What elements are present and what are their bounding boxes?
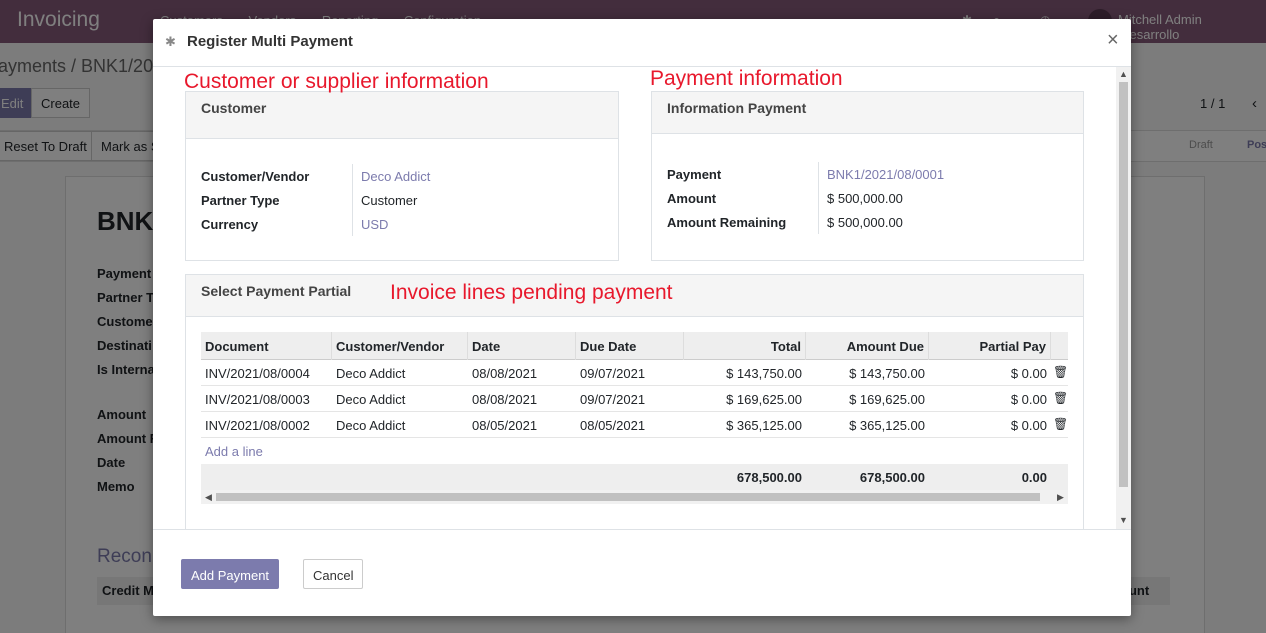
cell-partial-pay[interactable]: $ 0.00 (929, 386, 1051, 412)
register-payment-dialog: ✱ Register Multi Payment × Customer Cust… (153, 19, 1131, 616)
scroll-down-icon[interactable]: ▼ (1119, 515, 1128, 525)
table-header: Document Customer/Vendor Date Due Date T… (201, 332, 1068, 360)
field-label: Amount (667, 191, 717, 206)
column-customer-vendor[interactable]: Customer/Vendor (332, 332, 468, 360)
cell-total: $ 143,750.00 (726, 366, 802, 381)
total-sum: 678,500.00 (736, 470, 802, 485)
column-document[interactable]: Document (201, 332, 332, 360)
customer-group: Customer Customer/Vendor Deco Addict Par… (185, 91, 619, 261)
cell-document: INV/2021/08/0003 (205, 392, 310, 407)
field-amount: Amount $ 500,000.00 (667, 187, 1067, 211)
dialog-footer: Add Payment Cancel (153, 529, 1131, 616)
cell-date: 08/08/2021 (472, 366, 538, 381)
close-button[interactable]: × (1107, 29, 1119, 52)
currency-link[interactable]: USD (361, 217, 388, 232)
cell-amount-due: $ 365,125.00 (849, 418, 925, 433)
field-amount-remaining: Amount Remaining $ 500,000.00 (667, 211, 1067, 235)
field-partner-type: Partner Type Customer (201, 189, 601, 213)
annotation-customer: Customer or supplier information (184, 70, 489, 93)
cell-customer: Deco Addict (336, 418, 406, 433)
table-footer: 678,500.00 678,500.00 0.00 (201, 464, 1068, 490)
cell-amount-due: $ 169,625.00 (849, 392, 925, 407)
column-due-date[interactable]: Due Date (576, 332, 684, 360)
trash-icon[interactable]: 🗑 (1053, 365, 1068, 379)
field-label: Partner Type (201, 193, 280, 208)
partner-type-value: Customer (361, 193, 418, 208)
field-label: Currency (201, 217, 259, 232)
table-row[interactable]: INV/2021/08/0003 Deco Addict 08/08/2021 … (201, 386, 1068, 412)
amount-value: $ 500,000.00 (827, 191, 903, 206)
scroll-right-icon[interactable]: ▶ (1057, 492, 1064, 503)
payment-group-title: Information Payment (652, 92, 1083, 134)
field-payment: Payment BNK1/2021/08/0001 (667, 163, 1067, 187)
column-total[interactable]: Total (684, 332, 806, 360)
scroll-left-icon[interactable]: ◀ (205, 492, 212, 503)
cell-partial-pay[interactable]: $ 0.00 (929, 412, 1051, 438)
column-partial-pay[interactable]: Partial Pay (929, 332, 1051, 360)
field-customer-vendor: Customer/Vendor Deco Addict (201, 165, 601, 189)
cell-date: 08/08/2021 (472, 392, 538, 407)
cell-total: $ 169,625.00 (726, 392, 802, 407)
cell-document: INV/2021/08/0002 (205, 418, 310, 433)
field-currency: Currency USD (201, 213, 601, 237)
dialog-body: Customer Customer/Vendor Deco Addict Par… (153, 67, 1131, 529)
table-row[interactable]: INV/2021/08/0004 Deco Addict 08/08/2021 … (201, 360, 1068, 386)
payment-link[interactable]: BNK1/2021/08/0001 (827, 167, 944, 182)
trash-icon[interactable]: 🗑 (1053, 391, 1068, 405)
add-line-link[interactable]: Add a line (205, 444, 263, 459)
annotation-invoice: Invoice lines pending payment (390, 281, 673, 304)
cell-partial-pay[interactable]: $ 0.00 (929, 360, 1051, 386)
bug-icon: ✱ (165, 34, 176, 49)
scroll-thumb[interactable] (1119, 82, 1128, 487)
cell-document: INV/2021/08/0004 (205, 366, 310, 381)
dialog-title: Register Multi Payment (187, 33, 353, 50)
payment-group: Information Payment Payment BNK1/2021/08… (651, 91, 1084, 261)
table-row[interactable]: INV/2021/08/0002 Deco Addict 08/05/2021 … (201, 412, 1068, 438)
cell-due-date: 09/07/2021 (580, 392, 646, 407)
partial-pay-sum: 0.00 (1021, 470, 1047, 485)
column-date[interactable]: Date (468, 332, 576, 360)
customer-group-title: Customer (186, 92, 618, 139)
field-label: Amount Remaining (667, 215, 787, 230)
column-amount-due[interactable]: Amount Due (806, 332, 929, 360)
scroll-up-icon[interactable]: ▲ (1119, 69, 1128, 79)
horizontal-scrollbar[interactable]: ◀ ▶ (201, 490, 1068, 504)
cell-total: $ 365,125.00 (726, 418, 802, 433)
cell-due-date: 09/07/2021 (580, 366, 646, 381)
cell-date: 08/05/2021 (472, 418, 538, 433)
amount-due-sum: 678,500.00 (859, 470, 925, 485)
field-label: Customer/Vendor (201, 169, 310, 184)
cell-customer: Deco Addict (336, 392, 406, 407)
cell-due-date: 08/05/2021 (580, 418, 646, 433)
field-label: Payment (667, 167, 722, 182)
trash-icon[interactable]: 🗑 (1053, 417, 1068, 431)
amount-remaining-value: $ 500,000.00 (827, 215, 903, 230)
add-payment-button[interactable]: Add Payment (181, 559, 280, 589)
annotation-payment: Payment information (650, 67, 843, 90)
cell-customer: Deco Addict (336, 366, 406, 381)
dialog-header: ✱ Register Multi Payment × (153, 19, 1131, 67)
scroll-thumb[interactable] (216, 493, 1040, 501)
cell-amount-due: $ 143,750.00 (849, 366, 925, 381)
cancel-button[interactable]: Cancel (303, 559, 364, 589)
vertical-scrollbar[interactable]: ▲ ▼ (1116, 67, 1131, 529)
customer-link[interactable]: Deco Addict (361, 169, 430, 184)
